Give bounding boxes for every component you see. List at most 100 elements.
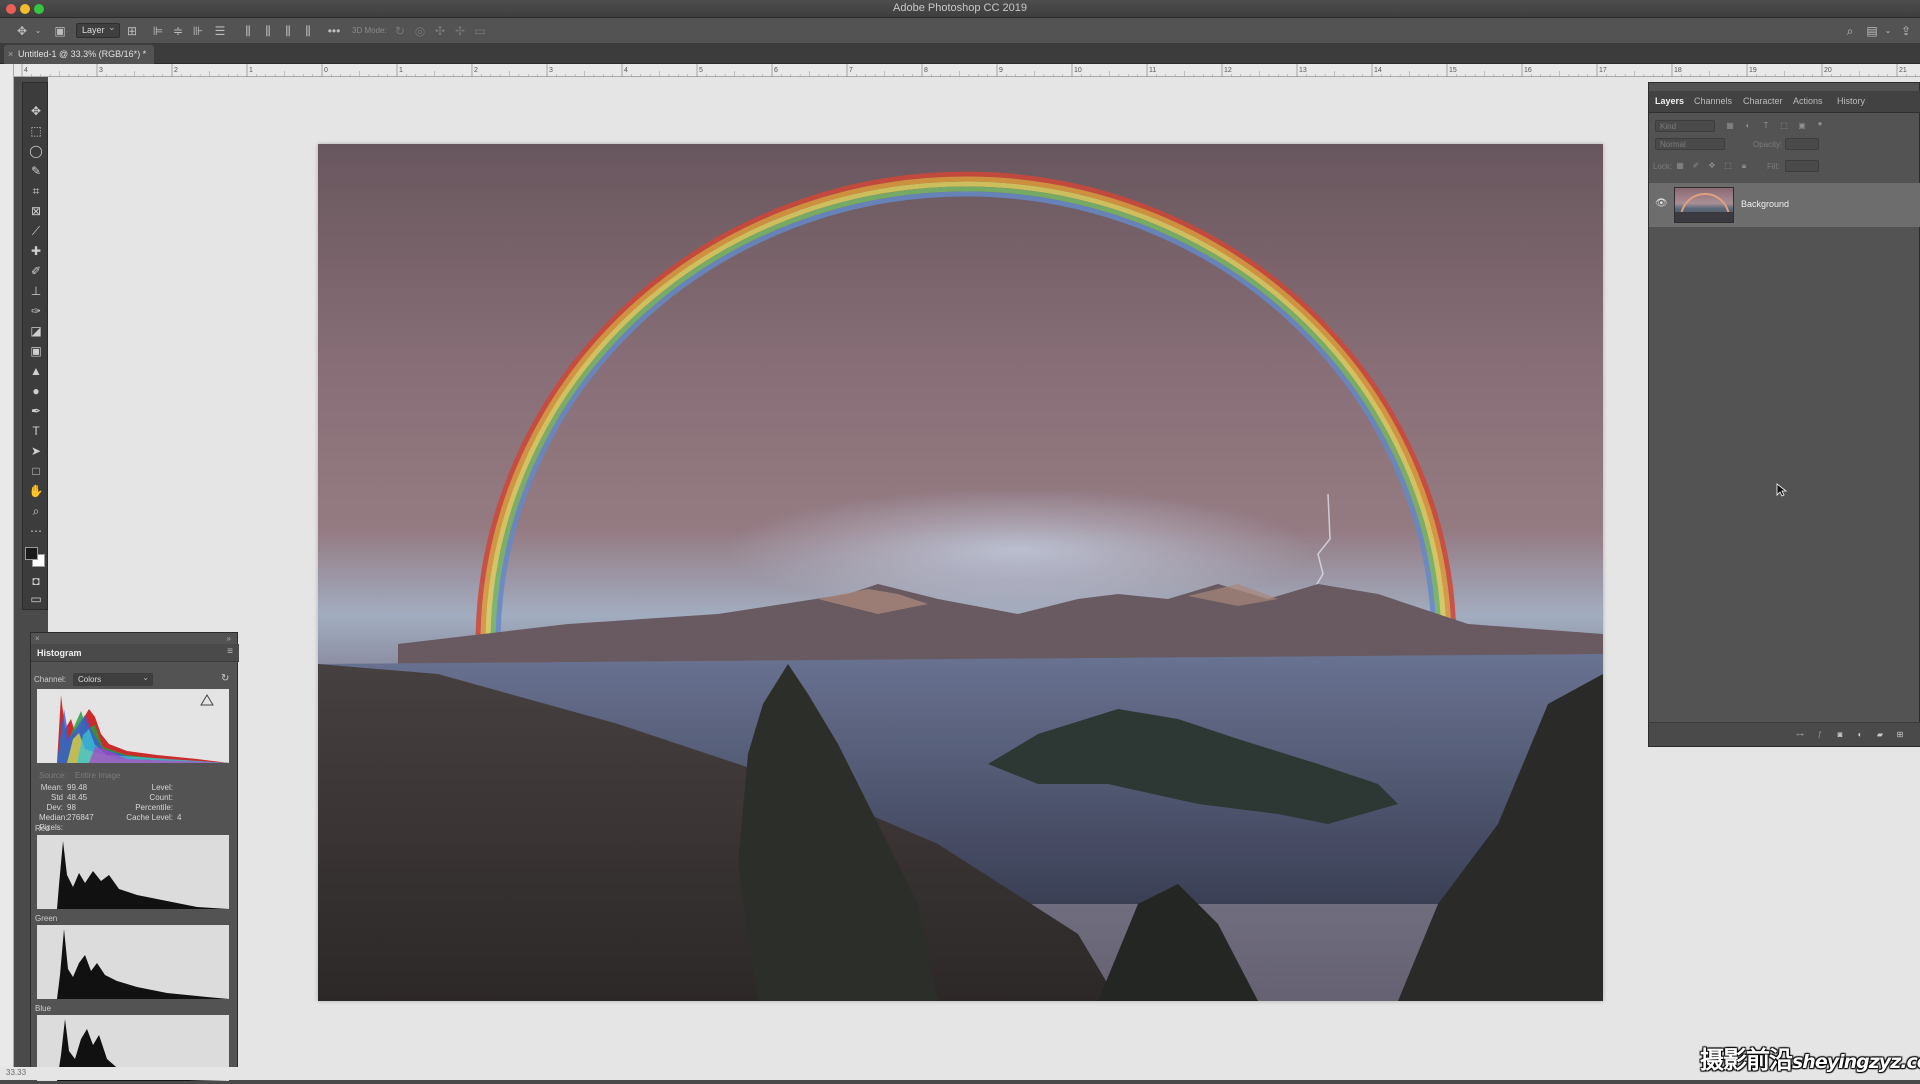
new-group-icon[interactable]: ▰ (1875, 730, 1885, 740)
filter-adjustment-icon[interactable]: ◐ (1743, 121, 1753, 131)
workspace-dropdown-icon[interactable]: ⌄ (1880, 23, 1896, 39)
colors-histogram (37, 689, 229, 763)
blend-mode-select[interactable]: Normal (1655, 138, 1725, 150)
layer-thumbnail (1674, 187, 1734, 223)
dodge-tool-icon[interactable]: ● (26, 383, 46, 399)
workspace-icon[interactable]: ▤ (1864, 23, 1880, 39)
filter-shape-icon[interactable]: ⬚ (1779, 121, 1789, 131)
auto-select-checkbox[interactable]: ▣ (52, 23, 68, 39)
pen-tool-icon[interactable]: ✒ (26, 403, 46, 419)
zoom-tool-icon[interactable]: ⌕ (26, 503, 46, 519)
more-options-icon[interactable]: ••• (326, 23, 342, 39)
3d-slide-icon[interactable]: ✢ (452, 23, 468, 39)
foreground-color-swatch[interactable] (25, 547, 38, 560)
ruler-tick-label: 10 (1074, 67, 1082, 74)
rectangle-tool-icon[interactable]: □ (26, 463, 46, 479)
move-tool-icon[interactable]: ✥ (26, 103, 46, 119)
add-mask-icon[interactable]: ◙ (1835, 730, 1845, 740)
history-brush-tool-icon[interactable]: ✑ (26, 303, 46, 319)
brush-tool-icon[interactable]: ✐ (26, 263, 46, 279)
document-tab[interactable]: × Untitled-1 @ 33.3% (RGB/16*) * (4, 45, 155, 64)
transform-controls-icon[interactable]: ⊞ (124, 23, 140, 39)
share-icon[interactable]: ⇪ (1898, 23, 1914, 39)
filter-toggle-icon[interactable]: ● (1815, 119, 1825, 129)
green-channel-label: Green (35, 914, 58, 923)
layer-filter-field[interactable]: Kind (1655, 120, 1715, 132)
healing-brush-tool-icon[interactable]: ✚ (26, 243, 46, 259)
distribute-top-icon[interactable]: ⫼ (240, 23, 256, 39)
align-center-icon[interactable]: ≑ (170, 23, 186, 39)
screen-mode-icon[interactable]: ▭ (26, 591, 46, 607)
tab-history[interactable]: History (1837, 96, 1865, 106)
marquee-tool-icon[interactable]: ⬚ (26, 123, 46, 139)
ruler-tick-label: 14 (1374, 67, 1382, 74)
tab-layers[interactable]: Layers (1655, 96, 1684, 106)
eraser-tool-icon[interactable]: ◪ (26, 323, 46, 339)
eyedropper-tool-icon[interactable]: ⟋ (26, 223, 46, 239)
3d-scale-icon[interactable]: ▭ (472, 23, 488, 39)
adjustment-layer-icon[interactable]: ◐ (1855, 730, 1865, 740)
lock-image-icon[interactable]: ✐ (1691, 161, 1701, 171)
zoom-readout[interactable]: 33.33 (6, 1068, 26, 1077)
channel-select[interactable]: Colors ⌄ (73, 673, 153, 686)
3d-pan-icon[interactable]: ✣ (432, 23, 448, 39)
tab-actions[interactable]: Actions (1793, 96, 1823, 106)
3d-orbit-icon[interactable]: ↻ (392, 23, 408, 39)
filter-type-icon[interactable]: T (1761, 121, 1771, 131)
fill-field[interactable] (1785, 160, 1819, 172)
crop-tool-icon[interactable]: ⌗ (26, 183, 46, 199)
quick-mask-icon[interactable]: ◘ (26, 573, 46, 589)
link-layers-icon[interactable]: ⊶ (1795, 730, 1805, 740)
source-value[interactable]: Entire Image (75, 771, 120, 780)
blur-tool-icon[interactable]: ▲ (26, 363, 46, 379)
hand-tool-icon[interactable]: ✋ (26, 483, 46, 499)
search-icon[interactable]: ⌕ (1842, 23, 1858, 39)
refresh-icon[interactable]: ↻ (221, 673, 229, 684)
frame-tool-icon[interactable]: ⊠ (26, 203, 46, 219)
layer-style-icon[interactable]: ƒ (1815, 730, 1825, 740)
more-tools-icon[interactable]: ⋯ (26, 523, 46, 539)
layer-name[interactable]: Background (1741, 199, 1789, 209)
path-select-tool-icon[interactable]: ➤ (26, 443, 46, 459)
clone-stamp-tool-icon[interactable]: ⊥ (26, 283, 46, 299)
panel-menu-icon[interactable]: ≡ (227, 646, 233, 657)
layer-row[interactable]: 👁︎ Background (1649, 183, 1920, 227)
3d-roll-icon[interactable]: ◎ (412, 23, 428, 39)
distribute-middle-icon[interactable]: ⫼ (260, 23, 276, 39)
lock-position-icon[interactable]: ✥ (1707, 161, 1717, 171)
opacity-field[interactable] (1785, 138, 1819, 150)
ruler-tick-label: 1 (249, 67, 253, 74)
distribute-bottom-icon[interactable]: ⫼ (280, 23, 296, 39)
gradient-tool-icon[interactable]: ▣ (26, 343, 46, 359)
filter-pixel-icon[interactable]: ▦ (1725, 121, 1735, 131)
document-image[interactable] (318, 144, 1603, 1001)
align-top-icon[interactable]: ☰ (212, 23, 228, 39)
close-panel-icon[interactable]: × (35, 634, 40, 643)
lock-artboard-icon[interactable]: ⬚ (1723, 161, 1733, 171)
move-tool-icon[interactable]: ✥ (14, 23, 30, 39)
new-layer-icon[interactable]: ⊞ (1895, 730, 1905, 740)
fill-label: Fill: (1767, 162, 1780, 171)
tab-character[interactable]: Character (1743, 96, 1783, 106)
vertical-ruler[interactable] (0, 64, 14, 1080)
quick-select-tool-icon[interactable]: ✎ (26, 163, 46, 179)
filter-smart-object-icon[interactable]: ▣ (1797, 121, 1807, 131)
type-tool-icon[interactable]: T (26, 423, 46, 439)
tool-preset-dropdown-icon[interactable]: ⌄ (30, 23, 46, 39)
align-left-icon[interactable]: ⊫ (150, 23, 166, 39)
ruler-tick-label: 11 (1149, 67, 1156, 74)
distribute-horizontal-icon[interactable]: ⫼ (300, 23, 316, 39)
collapse-panel-icon[interactable]: » (227, 634, 231, 643)
horizontal-ruler[interactable]: 4 3 2 1 0 1 2 3 4 5 6 7 8 9 10 11 12 13 14 15 16 17 18 19 20 21 (14, 64, 1920, 77)
close-tab-icon[interactable]: × (8, 45, 13, 64)
lock-transparent-icon[interactable]: ▦ (1675, 161, 1685, 171)
visibility-eye-icon[interactable]: 👁︎ (1655, 198, 1668, 209)
chevron-down-icon: ⌄ (142, 673, 149, 682)
ruler-tick-label: 12 (1224, 67, 1232, 74)
3d-mode-label: 3D Mode: (352, 26, 387, 35)
align-right-icon[interactable]: ⊪ (190, 23, 206, 39)
auto-select-target-select[interactable]: Layer (76, 21, 120, 38)
tab-channels[interactable]: Channels (1694, 96, 1732, 106)
lasso-tool-icon[interactable]: ◯ (26, 143, 46, 159)
lock-all-icon[interactable]: 🔒︎ (1739, 161, 1749, 171)
